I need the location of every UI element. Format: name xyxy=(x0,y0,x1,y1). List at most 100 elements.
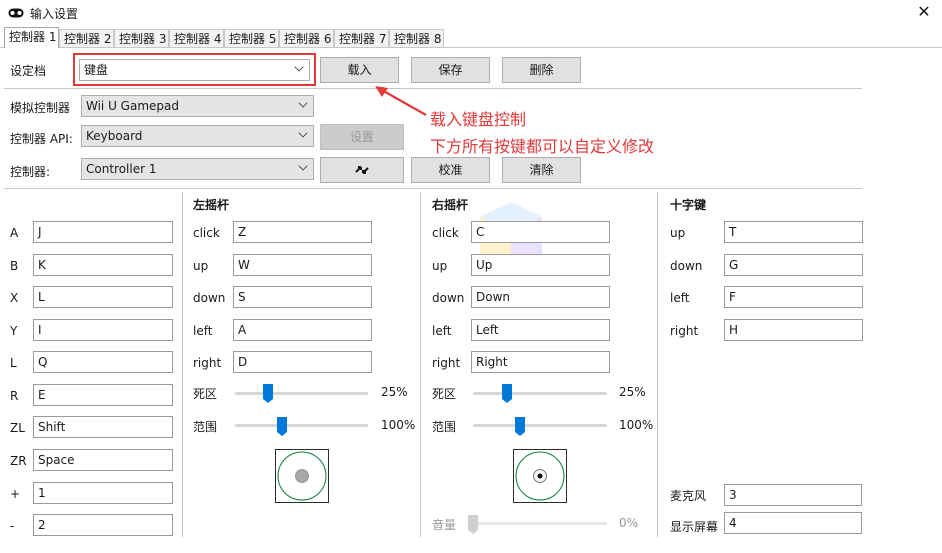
right-stick-right-field[interactable]: Right xyxy=(471,351,610,373)
left-stick-right-field[interactable]: D xyxy=(233,351,372,373)
tab-controller-2[interactable]: 控制器 2 xyxy=(59,29,114,47)
tab-controller-7[interactable]: 控制器 7 xyxy=(334,29,389,47)
button-r-field[interactable]: E xyxy=(33,384,173,406)
mic-field[interactable]: 3 xyxy=(724,484,862,506)
button-label-a: A xyxy=(10,226,19,240)
left-stick-up-label: up xyxy=(193,259,209,273)
volume-slider xyxy=(468,515,478,534)
tab-controller-1[interactable]: 控制器 1 xyxy=(4,27,59,48)
chevron-down-icon xyxy=(294,62,304,72)
left-deadzone-track xyxy=(235,392,368,395)
annotation-line-2: 下方所有按键都可以自定义修改 xyxy=(430,137,655,156)
right-stick-left-label: left xyxy=(432,324,452,338)
left-stick-down-field[interactable]: S xyxy=(233,286,372,308)
emulated-controller-combo[interactable]: Wii U Gamepad xyxy=(81,95,314,117)
chevron-down-icon xyxy=(298,161,308,171)
tab-controller-3[interactable]: 控制器 3 xyxy=(114,29,169,47)
dpad-down-field[interactable]: G xyxy=(724,254,863,276)
right-stick-up-field[interactable]: Up xyxy=(471,254,610,276)
right-stick-down-field[interactable]: Down xyxy=(471,286,610,308)
show-screen-field[interactable]: 4 xyxy=(724,512,862,534)
button-zr-field[interactable]: Space xyxy=(33,449,173,471)
left-stick-preview xyxy=(275,449,329,503)
column-divider xyxy=(182,192,183,537)
right-stick-left-field[interactable]: Left xyxy=(471,319,610,341)
load-button[interactable]: 载入 xyxy=(320,57,399,83)
profile-value: 键盘 xyxy=(84,63,109,77)
right-deadzone-value: 25% xyxy=(619,385,646,399)
left-stick-left-field[interactable]: A xyxy=(233,319,372,341)
left-stick-left-label: left xyxy=(193,324,213,338)
button-plus-field[interactable]: 1 xyxy=(33,482,173,504)
button-zl-field[interactable]: Shift xyxy=(33,416,173,438)
button-label-x: X xyxy=(10,291,19,305)
right-range-track xyxy=(473,424,607,427)
dpad-right-field[interactable]: H xyxy=(724,319,863,341)
dpad-title: 十字键 xyxy=(670,198,707,212)
right-range-label: 范围 xyxy=(432,420,457,434)
button-label-zl: ZL xyxy=(10,421,25,435)
emulated-controller-label: 模拟控制器 xyxy=(10,101,71,115)
button-x-field[interactable]: L xyxy=(33,286,173,308)
button-l-field[interactable]: Q xyxy=(33,351,173,373)
button-y-field[interactable]: I xyxy=(33,319,173,341)
window-title: 输入设置 xyxy=(30,7,79,21)
right-stick-title: 右摇杆 xyxy=(432,198,469,212)
divider xyxy=(4,88,862,89)
button-a-field[interactable]: J xyxy=(33,221,173,243)
tab-controller-4[interactable]: 控制器 4 xyxy=(169,29,224,47)
button-label-l: L xyxy=(10,356,17,370)
column-divider xyxy=(657,192,658,537)
chevron-down-icon xyxy=(298,128,308,138)
right-stick-circle-icon xyxy=(515,451,565,501)
gamepad-icon xyxy=(8,8,24,18)
button-minus-field[interactable]: 2 xyxy=(33,514,173,536)
annotation-line-1: 载入键盘控制 xyxy=(430,110,527,129)
tab-controller-6[interactable]: 控制器 6 xyxy=(279,29,334,47)
volume-value: 0% xyxy=(619,516,639,530)
mic-label: 麦克风 xyxy=(670,489,707,503)
left-stick-click-field[interactable]: Z xyxy=(233,221,372,243)
left-range-track xyxy=(235,424,368,427)
dpad-up-field[interactable]: T xyxy=(724,221,863,243)
refresh-button[interactable] xyxy=(320,157,404,183)
profile-combo[interactable]: 键盘 xyxy=(79,59,310,81)
left-deadzone-slider[interactable] xyxy=(263,384,274,403)
left-stick-click-label: click xyxy=(193,226,220,240)
save-button[interactable]: 保存 xyxy=(411,57,490,83)
button-b-field[interactable]: K xyxy=(33,254,173,276)
left-stick-up-field[interactable]: W xyxy=(233,254,372,276)
volume-label: 音量 xyxy=(432,518,457,532)
api-combo[interactable]: Keyboard xyxy=(81,125,314,147)
show-screen-label: 显示屏幕 xyxy=(670,520,719,534)
button-label-plus: + xyxy=(10,487,21,501)
button-label-b: B xyxy=(10,259,19,273)
right-stick-click-field[interactable]: C xyxy=(471,221,610,243)
delete-button[interactable]: 删除 xyxy=(502,57,581,83)
dpad-down-label: down xyxy=(670,259,703,273)
calibrate-button[interactable]: 校准 xyxy=(411,157,490,183)
left-stick-title: 左摇杆 xyxy=(193,198,230,212)
dpad-left-field[interactable]: F xyxy=(724,286,863,308)
tab-controller-8[interactable]: 控制器 8 xyxy=(389,29,444,47)
left-stick-circle-icon xyxy=(277,451,327,501)
close-icon[interactable]: ✕ xyxy=(914,2,934,22)
clear-button[interactable]: 清除 xyxy=(502,157,581,183)
right-range-slider[interactable] xyxy=(514,417,525,436)
right-deadzone-track xyxy=(473,392,607,395)
dpad-left-label: left xyxy=(670,291,690,305)
button-label-zr: ZR xyxy=(10,454,27,468)
tab-controller-5[interactable]: 控制器 5 xyxy=(224,29,279,47)
api-label: 控制器 API: xyxy=(10,132,73,146)
controller-combo[interactable]: Controller 1 xyxy=(81,158,314,180)
right-stick-right-label: right xyxy=(432,356,461,370)
right-stick-preview xyxy=(513,449,567,503)
left-range-slider[interactable] xyxy=(276,417,287,436)
button-label-y: Y xyxy=(10,324,18,338)
right-stick-click-label: click xyxy=(432,226,459,240)
chevron-down-icon xyxy=(298,98,308,108)
right-deadzone-slider[interactable] xyxy=(501,384,512,403)
right-stick-up-label: up xyxy=(432,259,448,273)
controller-value: Controller 1 xyxy=(86,162,157,176)
column-divider xyxy=(420,192,421,537)
